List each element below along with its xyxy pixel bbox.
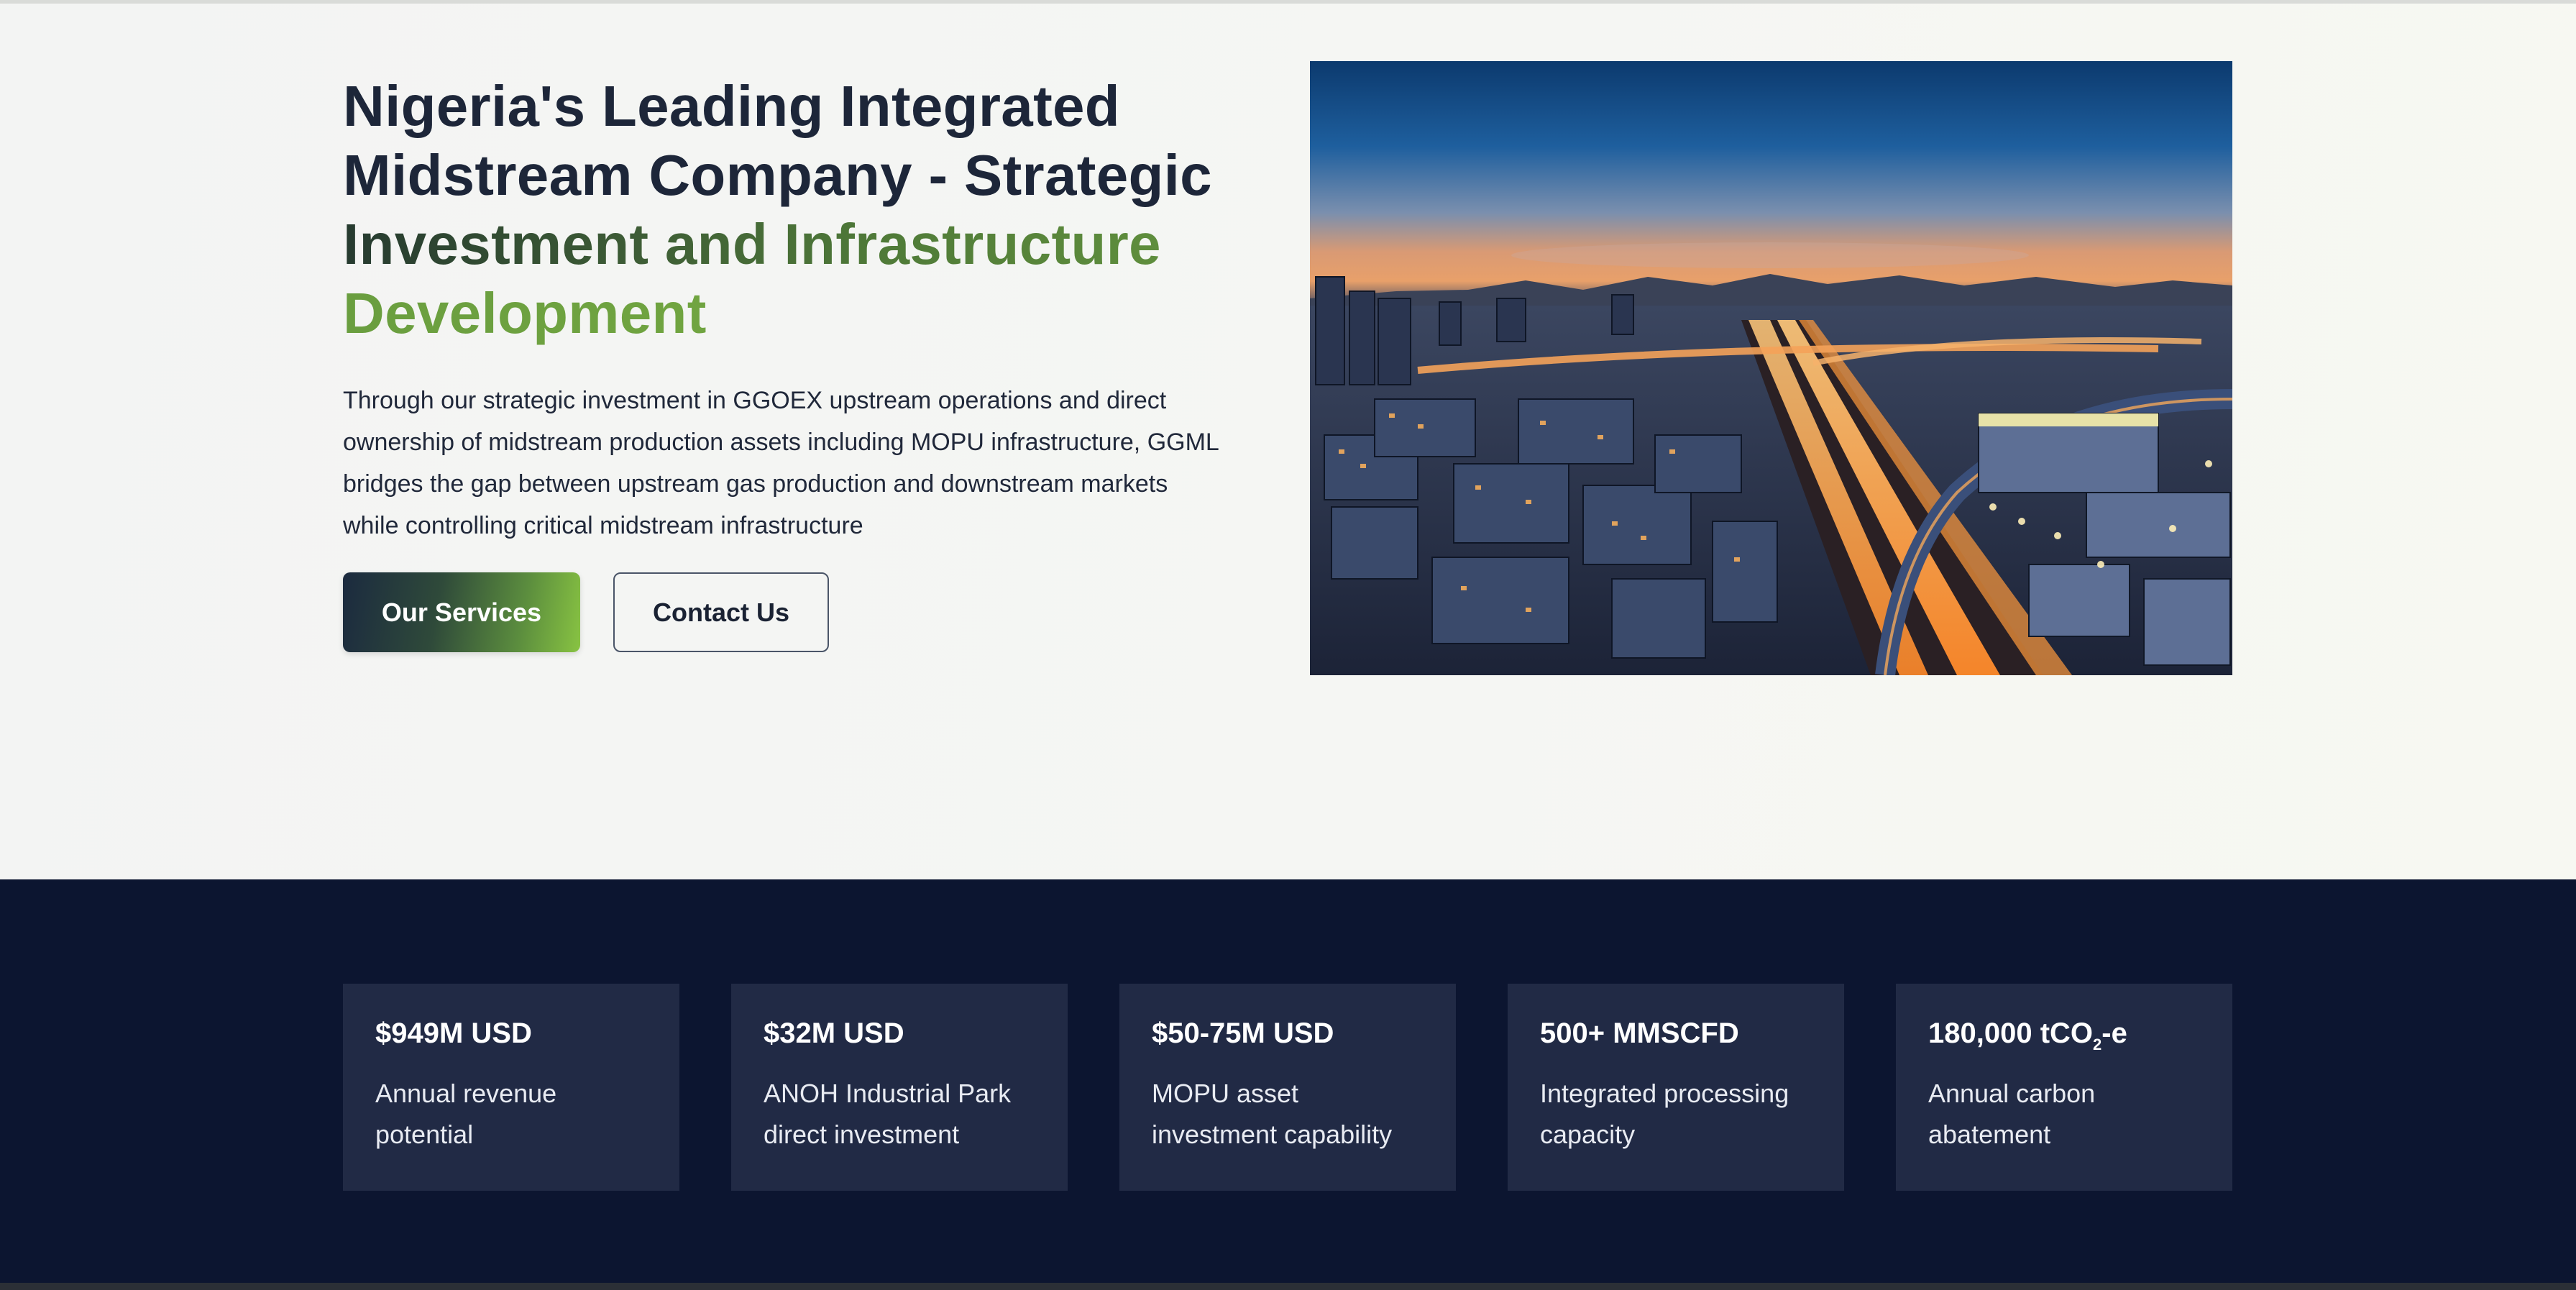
stat-card-anoh-investment: $32M USD ANOH Industrial Park direct inv… [731, 984, 1068, 1191]
headline-line-3: Investment and Infrastructure [343, 210, 1234, 279]
hero-text-block: Nigeria's Leading Integrated Midstream C… [343, 72, 1234, 652]
city-night-illustration [1310, 61, 2232, 675]
stat-label: MOPU asset investment capability [1152, 1079, 1393, 1149]
hero-section: Nigeria's Leading Integrated Midstream C… [0, 4, 2576, 879]
stat-value: $949M USD [375, 1017, 532, 1049]
stat-value: $50-75M USD [1152, 1017, 1334, 1049]
hero-city-image [1310, 61, 2232, 675]
contact-us-button[interactable]: Contact Us [613, 572, 829, 652]
hero-headline: Nigeria's Leading Integrated Midstream C… [343, 72, 1234, 348]
stat-value: $32M USD [764, 1017, 904, 1049]
headline-line-2: Midstream Company - Strategic [343, 143, 1212, 207]
headline-line-4: Development [343, 279, 1234, 348]
stat-label: Annual carbon abatement [1928, 1079, 2096, 1149]
stat-card-revenue: $949M USD Annual revenue potential [343, 984, 679, 1191]
stat-value-prefix: 180,000 tCO [1928, 1017, 2094, 1049]
headline-line-1: Nigeria's Leading Integrated [343, 74, 1120, 138]
bottom-border [0, 1283, 2576, 1290]
stat-card-mopu-investment: $50-75M USD MOPU asset investment capabi… [1119, 984, 1456, 1191]
stat-value-subscript: 2 [2093, 1035, 2102, 1053]
hero-button-row: Our Services Contact Us [343, 572, 1234, 652]
stat-value-suffix: -e [2101, 1017, 2127, 1049]
our-services-button[interactable]: Our Services [343, 572, 580, 652]
stat-card-processing-capacity: 500+ MMSCFD Integrated processing capaci… [1508, 984, 1844, 1191]
stat-value: 180,000 tCO2-e [1928, 1015, 2200, 1053]
stat-value: 500+ MMSCFD [1540, 1017, 1739, 1049]
stat-card-carbon-abatement: 180,000 tCO2-e Annual carbon abatement [1896, 984, 2232, 1191]
stats-section: $949M USD Annual revenue potential $32M … [0, 879, 2576, 1290]
hero-description: Through our strategic investment in GGOE… [343, 387, 1219, 539]
stat-label: ANOH Industrial Park direct investment [764, 1079, 1012, 1149]
stat-label: Integrated processing capacity [1540, 1079, 1789, 1149]
stat-label: Annual revenue potential [375, 1079, 557, 1149]
